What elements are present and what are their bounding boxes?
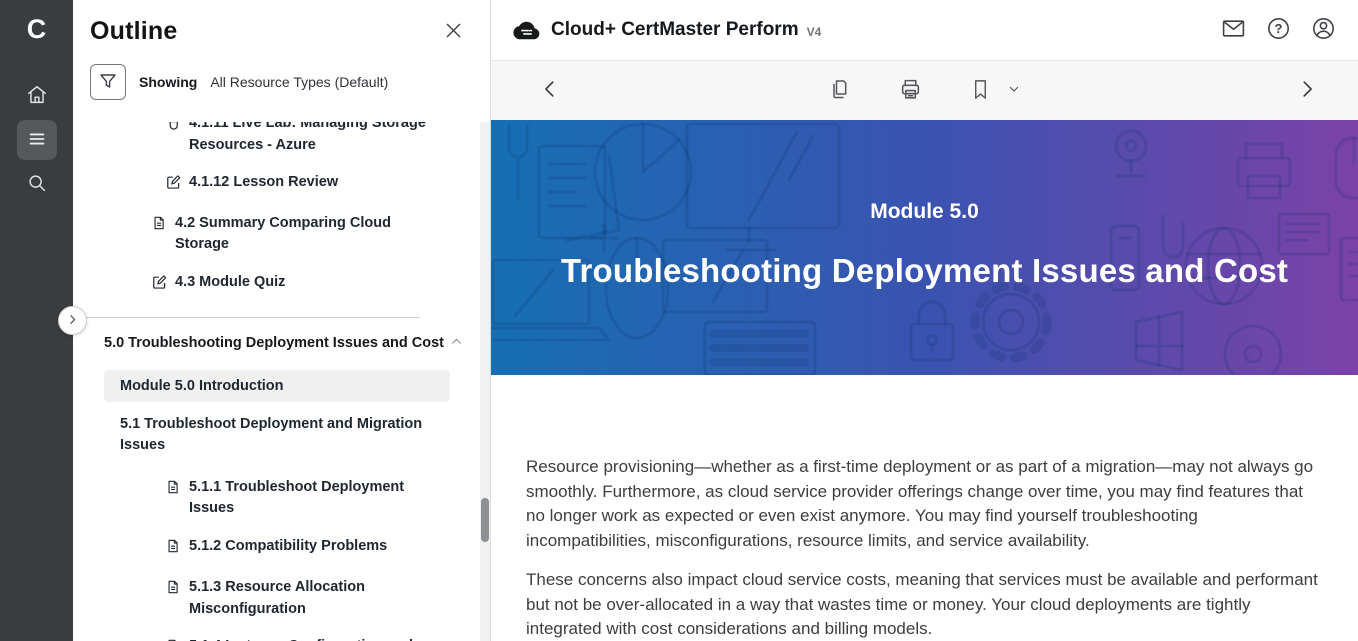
edit-icon bbox=[152, 274, 168, 297]
outline-item-label: 5.0 Troubleshooting Deployment Issues an… bbox=[104, 333, 444, 355]
outline-item-label: 5.1.2 Compatibility Problems bbox=[189, 536, 387, 562]
outline-item-label: 4.2 Summary Comparing Cloud Storage bbox=[175, 213, 442, 256]
outline-item[interactable]: 5.1.2 Compatibility Problems bbox=[73, 536, 442, 562]
document-icon bbox=[166, 579, 182, 620]
mouse-icon bbox=[166, 122, 182, 156]
outline-title: Outline bbox=[90, 17, 178, 46]
outline-item[interactable]: 5.1.4 Instance Configuration and bbox=[73, 636, 442, 641]
funnel-icon bbox=[99, 72, 117, 93]
content-toolbar bbox=[491, 60, 1358, 120]
outline-item[interactable]: 4.2 Summary Comparing Cloud Storage bbox=[73, 213, 442, 256]
tech-pattern-background bbox=[491, 120, 1358, 375]
module-title: Troubleshooting Deployment Issues and Co… bbox=[491, 252, 1358, 290]
chevron-right-icon bbox=[66, 313, 79, 329]
lesson-body: Resource provisioning—whether as a first… bbox=[491, 375, 1358, 641]
account-button[interactable] bbox=[1311, 16, 1336, 44]
print-icon bbox=[898, 77, 923, 105]
outline-item[interactable]: 4.1.12 Lesson Review bbox=[73, 172, 442, 197]
outline-item[interactable]: 5.1.3 Resource Allocation Misconfigurati… bbox=[73, 577, 442, 620]
main-content: Cloud+ CertMaster Perform V4 ? bbox=[490, 0, 1358, 641]
chevron-left-icon bbox=[539, 78, 561, 103]
showing-label: Showing bbox=[139, 74, 197, 90]
document-icon bbox=[166, 479, 182, 520]
search-button[interactable] bbox=[17, 164, 57, 204]
menu-icon bbox=[26, 128, 48, 153]
course-title: Cloud+ CertMaster Perform bbox=[551, 19, 799, 41]
svg-text:?: ? bbox=[1275, 21, 1283, 36]
next-page-button[interactable] bbox=[1296, 78, 1318, 103]
filter-button[interactable] bbox=[90, 64, 126, 100]
outline-panel: Outline Showing All Resource Types (Defa… bbox=[73, 0, 490, 641]
copy-button[interactable] bbox=[828, 77, 852, 105]
outline-item-label: 5.1.4 Instance Configuration and bbox=[189, 636, 413, 641]
course-header: Cloud+ CertMaster Perform V4 ? bbox=[491, 0, 1358, 60]
document-icon bbox=[166, 538, 182, 562]
document-icon bbox=[152, 215, 168, 256]
outline-item[interactable]: 4.1.11 Live Lab: Managing Storage Resour… bbox=[73, 122, 442, 156]
bookmark-icon bbox=[969, 77, 992, 105]
outline-tree: 4.1.11 Live Lab: Managing Storage Resour… bbox=[73, 122, 480, 641]
outline-item-label: Module 5.0 Introduction bbox=[120, 378, 284, 394]
close-icon bbox=[443, 20, 464, 44]
copy-icon bbox=[828, 77, 852, 105]
outline-item[interactable]: 4.3 Module Quiz bbox=[73, 272, 442, 297]
help-icon: ? bbox=[1266, 16, 1291, 44]
home-button[interactable] bbox=[17, 76, 57, 116]
paragraph: These concerns also impact cloud service… bbox=[526, 568, 1318, 641]
outline-scrollbar-thumb[interactable] bbox=[481, 498, 489, 542]
outline-nav-button[interactable] bbox=[17, 120, 57, 160]
outline-item-label: 4.1.11 Live Lab: Managing Storage Resour… bbox=[189, 122, 442, 156]
outline-scrollbar[interactable] bbox=[480, 122, 490, 641]
outline-item-label: 5.1 Troubleshoot Deployment and Migratio… bbox=[120, 414, 442, 457]
outline-item[interactable]: 5.1.1 Troubleshoot Deployment Issues bbox=[73, 477, 442, 520]
outline-item-label: 5.1.1 Troubleshoot Deployment Issues bbox=[189, 477, 442, 520]
cloud-course-icon bbox=[513, 19, 540, 42]
edit-icon bbox=[166, 174, 182, 197]
search-icon bbox=[26, 172, 48, 197]
outline-item[interactable]: 5.1 Troubleshoot Deployment and Migratio… bbox=[73, 414, 442, 457]
collapse-outline-handle[interactable] bbox=[58, 306, 87, 335]
lesson-content: Module 5.0 Troubleshooting Deployment Is… bbox=[491, 120, 1358, 641]
outline-item-label: 5.1.3 Resource Allocation Misconfigurati… bbox=[189, 577, 442, 620]
close-outline-button[interactable] bbox=[443, 20, 464, 44]
filter-value[interactable]: All Resource Types (Default) bbox=[210, 74, 388, 90]
comptia-logo[interactable]: C bbox=[0, 0, 73, 58]
chevron-down-icon bbox=[1007, 82, 1021, 99]
outline-module-header[interactable]: 5.0 Troubleshooting Deployment Issues an… bbox=[73, 332, 442, 356]
help-button[interactable]: ? bbox=[1266, 16, 1291, 44]
outline-item-current[interactable]: Module 5.0 Introduction bbox=[104, 370, 450, 402]
outline-item-label: 4.1.12 Lesson Review bbox=[189, 172, 338, 197]
home-icon bbox=[26, 84, 48, 109]
bookmark-button[interactable] bbox=[969, 77, 1021, 105]
module-banner: Module 5.0 Troubleshooting Deployment Is… bbox=[491, 120, 1358, 375]
version-badge: V4 bbox=[807, 25, 822, 39]
print-button[interactable] bbox=[898, 77, 923, 105]
chevron-right-icon bbox=[1296, 78, 1318, 103]
prev-page-button[interactable] bbox=[539, 78, 561, 103]
outline-item-label: 4.3 Module Quiz bbox=[175, 272, 285, 297]
profile-icon bbox=[1311, 16, 1336, 44]
chevron-up-icon bbox=[450, 334, 463, 356]
mail-icon bbox=[1221, 16, 1246, 44]
paragraph: Resource provisioning—whether as a first… bbox=[526, 455, 1318, 553]
app-window: C Outline bbox=[0, 0, 1358, 641]
section-divider bbox=[86, 317, 420, 318]
module-label: Module 5.0 bbox=[491, 200, 1358, 224]
messages-button[interactable] bbox=[1221, 16, 1246, 44]
